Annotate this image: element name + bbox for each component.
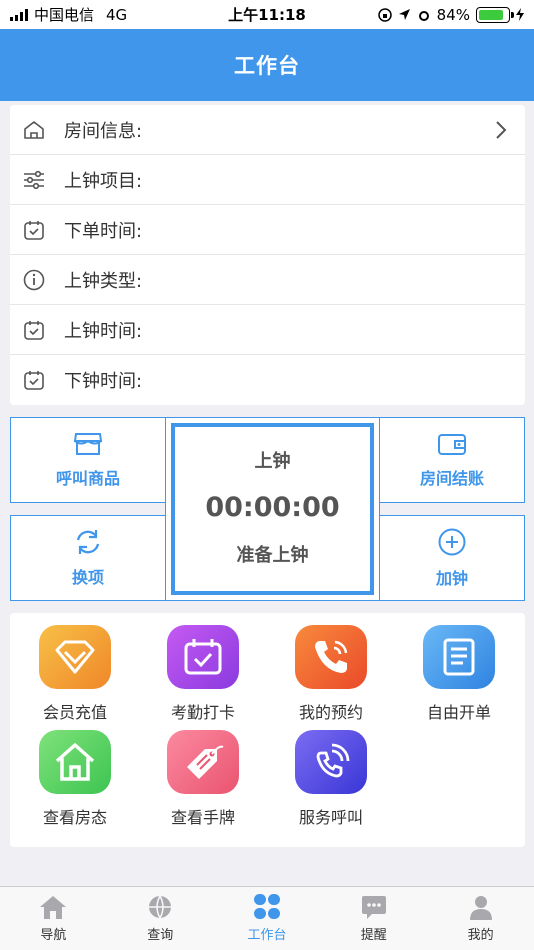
refresh-icon xyxy=(76,530,100,554)
battery-icon xyxy=(476,6,514,23)
info-row-order-time: 下单时间: xyxy=(10,205,525,255)
chevron-right-icon xyxy=(496,120,507,139)
clock-ready-label: 准备上钟 xyxy=(236,545,309,566)
page-title: 工作台 xyxy=(234,54,300,78)
house-icon xyxy=(39,730,111,794)
info-label: 上钟项目: xyxy=(64,170,143,192)
add-time-label: 加钟 xyxy=(435,569,468,588)
user-icon xyxy=(469,896,492,920)
tab-navigation[interactable]: 导航 xyxy=(0,887,107,950)
room-status-button[interactable]: 查看房态 xyxy=(13,730,137,835)
home-icon xyxy=(40,896,67,919)
call-goods-label: 呼叫商品 xyxy=(55,469,120,488)
tab-bar: 导航 查询 工作台 提醒 我的 xyxy=(0,886,534,950)
clock-status: 上钟 xyxy=(254,451,291,472)
calendar-check-icon xyxy=(24,320,44,340)
signal-icon xyxy=(10,8,28,21)
phone-call-icon xyxy=(295,730,367,794)
calendar-check-icon xyxy=(24,371,44,390)
my-appointment-button[interactable]: 我的预约 xyxy=(269,625,393,730)
calendar-check-icon xyxy=(167,625,239,689)
function-label: 考勤打卡 xyxy=(170,703,235,722)
tab-label: 导航 xyxy=(40,928,67,943)
function-label: 服务呼叫 xyxy=(298,808,363,827)
add-time-button[interactable]: 加钟 xyxy=(379,515,525,601)
info-label: 下单时间: xyxy=(64,220,143,242)
info-label: 上钟时间: xyxy=(64,320,143,342)
status-bar: 中国电信 4G 上午11:18 84% xyxy=(0,0,534,29)
room-checkout-label: 房间结账 xyxy=(419,469,484,488)
location-icon xyxy=(398,9,410,20)
tab-label: 我的 xyxy=(467,928,494,943)
room-checkout-button[interactable]: 房间结账 xyxy=(379,417,525,503)
tab-label: 工作台 xyxy=(247,928,287,943)
clock-panel[interactable]: 上钟 00:00:00 准备上钟 xyxy=(165,417,380,601)
function-label: 查看手牌 xyxy=(170,808,235,827)
info-row-type: 上钟类型: xyxy=(10,255,525,305)
store-icon xyxy=(73,433,103,455)
chat-icon xyxy=(361,896,386,919)
hand-tag-button[interactable]: 查看手牌 xyxy=(141,730,265,835)
info-label: 上钟类型: xyxy=(64,270,143,292)
clock-frame: 上钟 00:00:00 准备上钟 xyxy=(171,423,374,595)
clock-timer: 00:00:00 xyxy=(205,491,340,523)
swap-item-button[interactable]: 换项 xyxy=(10,515,166,601)
diamond-icon xyxy=(39,625,111,689)
phone-icon xyxy=(295,625,367,689)
function-label: 自由开单 xyxy=(426,703,491,722)
tag-icon xyxy=(167,730,239,794)
tab-reminder[interactable]: 提醒 xyxy=(320,887,427,950)
tab-workbench[interactable]: 工作台 xyxy=(214,887,321,950)
call-goods-button[interactable]: 呼叫商品 xyxy=(10,417,166,503)
function-card: 会员充值 考勤打卡 我的预约 自由开单 查看房态 查看手牌 服务呼叫 xyxy=(10,613,525,847)
function-label: 会员充值 xyxy=(42,703,107,722)
info-row-item: 上钟项目: xyxy=(10,155,525,205)
info-row-start-time: 上钟时间: xyxy=(10,305,525,355)
free-order-button[interactable]: 自由开单 xyxy=(397,625,521,730)
battery-percent: 84% xyxy=(436,5,470,24)
document-icon xyxy=(423,625,495,689)
globe-icon xyxy=(149,895,172,919)
room-info-card: 房间信息: 上钟项目: 下单时间: 上钟类型: 上钟时间: 下钟时间: xyxy=(10,105,525,405)
charging-icon xyxy=(516,8,524,21)
info-row-room[interactable]: 房间信息: xyxy=(10,105,525,155)
info-row-end-time: 下钟时间: xyxy=(10,355,525,405)
tab-label: 查询 xyxy=(147,928,174,943)
member-recharge-button[interactable]: 会员充值 xyxy=(13,625,137,730)
nav-bar: 工作台 xyxy=(0,29,534,101)
grid-icon xyxy=(253,894,280,919)
home-icon xyxy=(24,120,44,139)
function-label: 我的预约 xyxy=(298,703,363,722)
swap-item-label: 换项 xyxy=(71,568,104,587)
rotation-lock-icon xyxy=(377,7,392,22)
service-call-button[interactable]: 服务呼叫 xyxy=(269,730,393,835)
tab-label: 提醒 xyxy=(360,928,387,943)
tab-query[interactable]: 查询 xyxy=(107,887,214,950)
info-icon xyxy=(23,269,45,290)
info-label: 房间信息: xyxy=(64,120,143,142)
plus-circle-icon xyxy=(438,528,466,556)
info-label: 下钟时间: xyxy=(64,371,143,392)
network-label: 4G xyxy=(106,5,128,24)
attendance-button[interactable]: 考勤打卡 xyxy=(141,625,265,730)
function-label: 查看房态 xyxy=(42,808,107,827)
carrier-label: 中国电信 xyxy=(34,6,95,24)
alarm-icon xyxy=(418,10,429,21)
tab-mine[interactable]: 我的 xyxy=(427,887,534,950)
wallet-icon xyxy=(438,434,466,455)
sliders-icon xyxy=(24,170,44,189)
calendar-check-icon xyxy=(24,220,44,240)
